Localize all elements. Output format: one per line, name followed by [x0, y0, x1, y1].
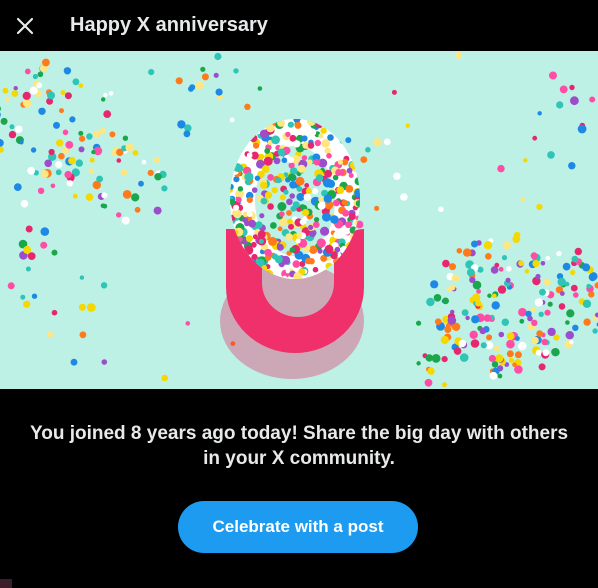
dialog-header: Happy X anniversary	[0, 0, 598, 51]
celebrate-with-post-button[interactable]: Celebrate with a post	[178, 501, 418, 553]
close-button[interactable]	[8, 9, 42, 43]
close-icon	[16, 17, 34, 35]
avatar-peek	[0, 579, 12, 588]
anniversary-image	[0, 51, 598, 389]
anniversary-dialog: Happy X anniversary You joined 8 years a…	[0, 0, 598, 588]
anniversary-message: You joined 8 years ago today! Share the …	[29, 423, 569, 469]
dialog-title: Happy X anniversary	[70, 14, 268, 36]
